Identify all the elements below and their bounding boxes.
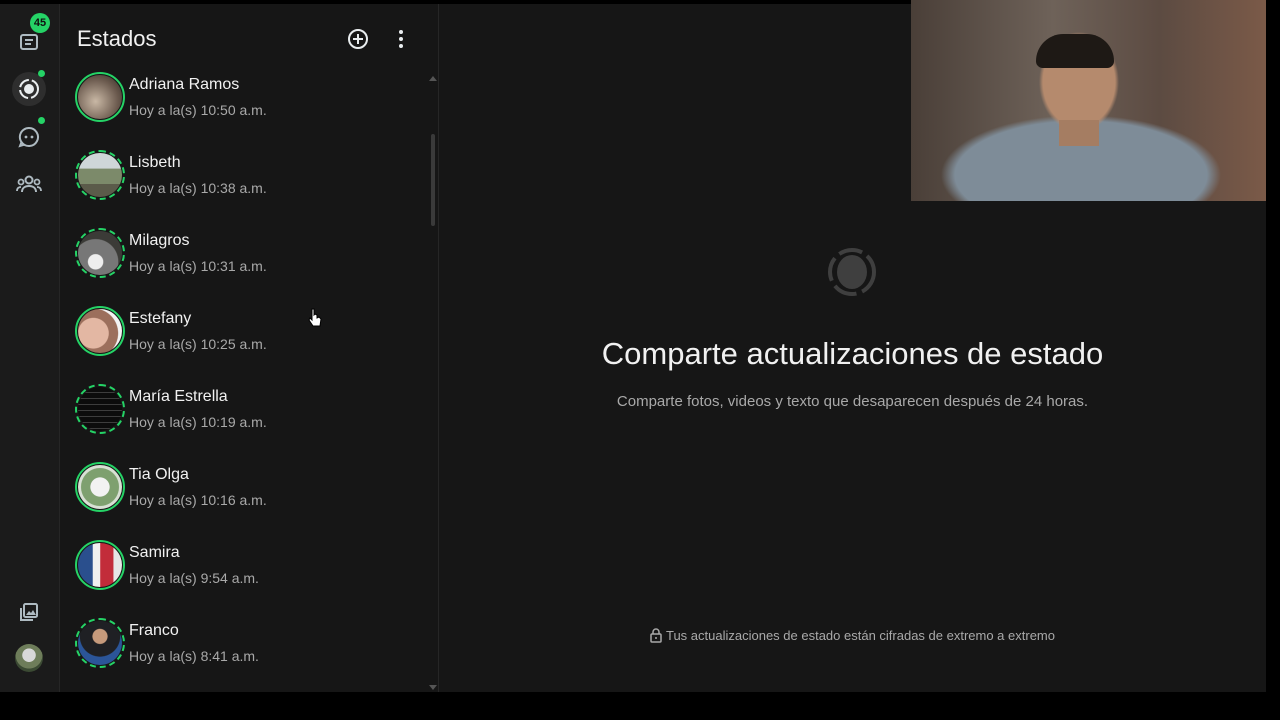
status-item[interactable]: Franco Hoy a la(s) 8:41 a.m.	[60, 614, 430, 692]
main-title: Comparte actualizaciones de estado	[601, 336, 1104, 371]
avatar	[78, 75, 122, 119]
avatar	[78, 309, 122, 353]
status-time: Hoy a la(s) 10:19 a.m.	[129, 414, 267, 430]
status-item[interactable]: Tia Olga Hoy a la(s) 10:16 a.m.	[60, 458, 430, 536]
status-item[interactable]: María Estrella Hoy a la(s) 10:19 a.m.	[60, 380, 430, 458]
status-ring	[75, 618, 125, 668]
avatar	[78, 621, 122, 665]
status-time: Hoy a la(s) 8:41 a.m.	[129, 648, 259, 664]
status-item[interactable]: Estefany Hoy a la(s) 10:25 a.m.	[60, 302, 430, 380]
panel-title: Estados	[77, 26, 157, 51]
main-subtitle: Comparte fotos, videos y texto que desap…	[616, 393, 1089, 410]
status-time: Hoy a la(s) 10:25 a.m.	[129, 336, 267, 352]
avatar	[78, 153, 122, 197]
chats-unread-badge: 45	[30, 13, 50, 33]
media-icon	[20, 603, 38, 621]
channels-new-dot	[38, 117, 45, 124]
status-ring	[75, 72, 125, 122]
profile-avatar[interactable]	[15, 644, 43, 672]
contact-name: Estefany	[129, 310, 192, 327]
communities-icon	[16, 175, 42, 193]
contact-name: Lisbeth	[129, 154, 181, 171]
status-item[interactable]: Lisbeth Hoy a la(s) 10:38 a.m.	[60, 146, 430, 224]
status-time: Hoy a la(s) 10:38 a.m.	[129, 180, 267, 196]
add-status-button[interactable]	[345, 26, 371, 52]
encryption-notice: Tus actualizaciones de estado están cifr…	[439, 628, 1266, 643]
contact-name: Samira	[129, 544, 180, 561]
status-placeholder-icon	[828, 248, 876, 296]
status-list: Adriana Ramos Hoy a la(s) 10:50 a.m. Lis…	[60, 68, 430, 692]
channels-nav-button[interactable]	[12, 120, 46, 154]
more-vertical-icon	[399, 30, 403, 48]
status-ring	[75, 384, 125, 434]
contact-name: Franco	[129, 622, 179, 639]
status-time: Hoy a la(s) 10:50 a.m.	[129, 102, 267, 118]
contact-name: Milagros	[129, 232, 190, 249]
contact-name: Tia Olga	[129, 466, 189, 483]
status-ring	[75, 306, 125, 356]
encryption-notice-text: Tus actualizaciones de estado están cifr…	[665, 628, 1055, 643]
contact-name: Adriana Ramos	[129, 76, 240, 93]
avatar	[78, 465, 122, 509]
status-panel: Estados Adriana Ramos Hoy a la(s) 10:50 …	[60, 4, 439, 692]
add-circle-icon	[348, 29, 368, 49]
avatar	[78, 543, 122, 587]
webcam-person-neck	[1059, 120, 1099, 146]
channels-icon	[18, 126, 39, 148]
status-time: Hoy a la(s) 10:16 a.m.	[129, 492, 267, 508]
status-ring	[75, 540, 125, 590]
nav-rail: 45	[0, 4, 60, 692]
media-nav-button[interactable]	[12, 595, 46, 629]
webcam-person-hair	[1036, 34, 1114, 68]
status-item[interactable]: Adriana Ramos Hoy a la(s) 10:50 a.m.	[60, 68, 430, 146]
contact-name: María Estrella	[129, 388, 228, 405]
status-time: Hoy a la(s) 9:54 a.m.	[129, 570, 259, 586]
mouse-cursor-icon	[308, 308, 322, 327]
scrollbar-thumb[interactable]	[431, 134, 435, 226]
scroll-up-arrow[interactable]	[429, 76, 437, 81]
status-icon	[19, 79, 39, 99]
status-ring	[75, 228, 125, 278]
scroll-down-arrow[interactable]	[429, 685, 437, 690]
status-new-dot	[38, 70, 45, 77]
status-item[interactable]: Samira Hoy a la(s) 9:54 a.m.	[60, 536, 430, 614]
status-menu-button[interactable]	[388, 26, 414, 52]
lock-icon	[650, 628, 662, 643]
avatar	[78, 231, 122, 275]
status-time: Hoy a la(s) 10:31 a.m.	[129, 258, 267, 274]
avatar	[78, 387, 122, 431]
status-nav-button[interactable]	[12, 72, 46, 106]
status-ring	[75, 150, 125, 200]
webcam-overlay	[911, 0, 1266, 201]
chats-icon	[20, 34, 38, 50]
communities-nav-button[interactable]	[12, 167, 46, 201]
status-ring	[75, 462, 125, 512]
status-item[interactable]: Milagros Hoy a la(s) 10:31 a.m.	[60, 224, 430, 302]
